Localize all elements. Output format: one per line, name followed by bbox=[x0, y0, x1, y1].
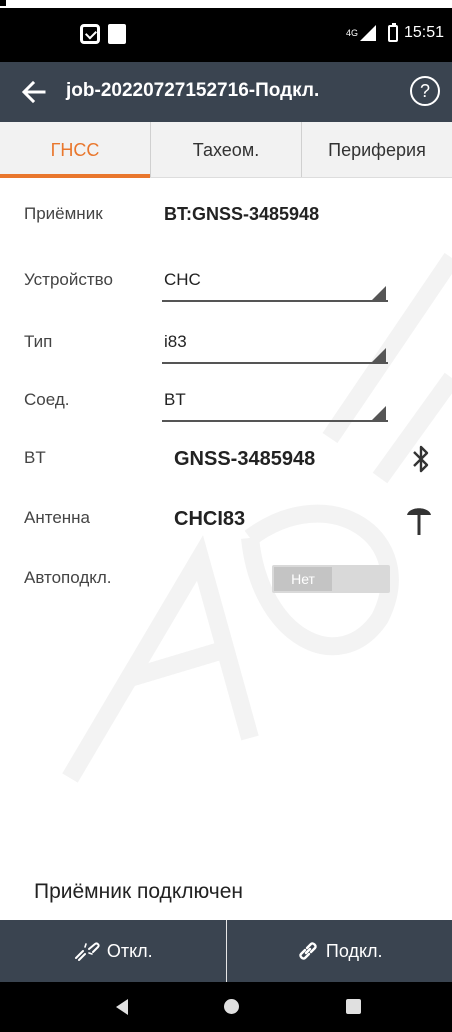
tab-peripherals[interactable]: Периферия bbox=[302, 122, 452, 177]
dropdown-arrow-icon[interactable] bbox=[372, 406, 386, 420]
connection-select[interactable]: BT bbox=[164, 390, 186, 410]
device-underline bbox=[162, 300, 388, 302]
battery-icon bbox=[387, 22, 398, 42]
connection-form: Приёмник BT:GNSS-3485948 Устройство CHC … bbox=[0, 178, 452, 918]
top-strip bbox=[0, 0, 452, 8]
receiver-value: BT:GNSS-3485948 bbox=[164, 204, 320, 224]
link-icon bbox=[299, 942, 317, 960]
bt-label: BT bbox=[24, 448, 46, 467]
tab-gnss[interactable]: ГНСС bbox=[0, 122, 151, 178]
type-select[interactable]: i83 bbox=[164, 332, 187, 352]
connect-button[interactable]: Подкл. bbox=[227, 920, 452, 982]
nav-home-icon[interactable] bbox=[224, 999, 239, 1014]
bluetooth-icon[interactable] bbox=[410, 444, 432, 474]
back-arrow-icon[interactable] bbox=[18, 76, 50, 108]
nav-back-icon[interactable] bbox=[116, 999, 128, 1015]
disconnect-button[interactable]: Откл. bbox=[0, 920, 227, 982]
clock: 15:51 bbox=[403, 24, 444, 41]
antenna-label: Антенна bbox=[24, 508, 91, 527]
dropdown-arrow-icon[interactable] bbox=[372, 286, 386, 300]
antenna-icon[interactable] bbox=[406, 502, 432, 536]
antenna-value[interactable]: CHCI83 bbox=[174, 508, 245, 531]
network-type: 4G bbox=[345, 28, 358, 38]
dropdown-arrow-icon[interactable] bbox=[372, 348, 386, 362]
disconnect-label: Откл. bbox=[106, 940, 153, 961]
autoconnect-toggle[interactable]: Нет bbox=[272, 565, 390, 593]
tab-total-station[interactable]: Тахеом. bbox=[151, 122, 302, 177]
type-label: Тип bbox=[24, 332, 53, 351]
status-bar: 4G 15:51 bbox=[0, 8, 452, 62]
device-select[interactable]: CHC bbox=[164, 270, 201, 290]
tab-bar: ГНСС Тахеом. Периферия bbox=[0, 122, 452, 178]
type-underline bbox=[162, 362, 388, 364]
notification-icons bbox=[80, 24, 126, 44]
connection-status-text: Приёмник подключен bbox=[34, 880, 243, 903]
app-bar: job-20220727152716-Подкл. ? bbox=[0, 62, 452, 122]
device-label: Устройство bbox=[24, 270, 113, 289]
connection-underline bbox=[162, 420, 388, 422]
corner-mark bbox=[0, 0, 6, 6]
connection-label: Соед. bbox=[24, 390, 70, 409]
connect-label: Подкл. bbox=[325, 940, 383, 961]
help-icon[interactable]: ? bbox=[410, 76, 440, 106]
signal-icon bbox=[359, 25, 376, 41]
unlink-icon bbox=[74, 942, 100, 961]
bottom-action-bar: Откл. Подкл. bbox=[0, 920, 452, 982]
receiver-label: Приёмник bbox=[24, 204, 103, 223]
system-nav-bar bbox=[0, 982, 452, 1032]
toggle-state-label: Нет bbox=[274, 567, 332, 591]
notification-icon bbox=[80, 24, 100, 44]
status-right: 4G 15:51 bbox=[345, 22, 444, 42]
notification-square-icon bbox=[108, 24, 126, 44]
nav-recents-icon[interactable] bbox=[346, 999, 361, 1014]
bt-device-value[interactable]: GNSS-3485948 bbox=[174, 448, 315, 471]
page-title: job-20220727152716-Подкл. bbox=[66, 80, 320, 101]
autoconnect-label: Автоподкл. bbox=[24, 568, 112, 587]
